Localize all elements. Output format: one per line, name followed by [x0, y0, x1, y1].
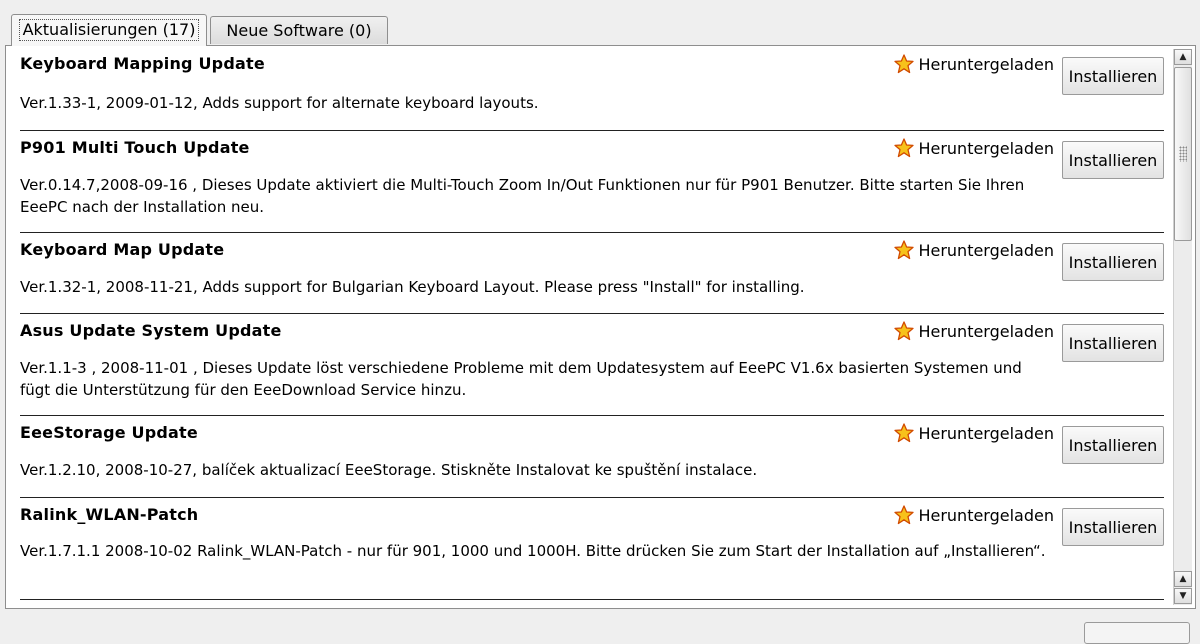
- update-title: Keyboard Map Update: [20, 240, 225, 259]
- update-description: Ver.0.14.7,2008-09-16 , Dieses Update ak…: [20, 176, 1025, 216]
- status-badge: Heruntergeladen: [894, 505, 1054, 525]
- tab-neue-software[interactable]: Neue Software (0): [210, 16, 388, 44]
- updates-panel: Keyboard Mapping Update Heruntergeladen In…: [5, 45, 1196, 609]
- list-item[interactable]: Ralink_WLAN-Patch Heruntergeladen Installi…: [20, 497, 1164, 599]
- install-button[interactable]: Installieren: [1062, 57, 1164, 95]
- install-button[interactable]: Installieren: [1062, 426, 1164, 464]
- scrollbar-thumb[interactable]: [1174, 67, 1192, 241]
- status-text: Heruntergeladen: [918, 241, 1054, 260]
- scroll-down-arrow-icon[interactable]: ▼: [1174, 588, 1192, 604]
- vertical-scrollbar[interactable]: ▲ ▲ ▼: [1173, 49, 1192, 605]
- list-item[interactable]: EeeStorage Update Heruntergeladen Installi…: [20, 415, 1164, 497]
- list-item[interactable]: Asus Update System Update Heruntergeladen…: [20, 313, 1164, 415]
- update-title: Keyboard Mapping Update: [20, 54, 265, 73]
- status-badge: Heruntergeladen: [894, 321, 1054, 341]
- update-description: Ver.1.1-3 , 2008-11-01 , Dieses Update l…: [20, 359, 1022, 399]
- status-text: Heruntergeladen: [918, 139, 1054, 158]
- divider: [20, 599, 1164, 600]
- status-badge: Heruntergeladen: [894, 54, 1054, 74]
- install-button[interactable]: Installieren: [1062, 243, 1164, 281]
- list-item[interactable]: Keyboard Mapping Update Heruntergeladen In…: [20, 46, 1164, 130]
- tab-label: Aktualisierungen (17): [18, 19, 200, 41]
- update-title: EeeStorage Update: [20, 423, 198, 442]
- install-button[interactable]: Installieren: [1062, 508, 1164, 546]
- update-description: Ver.1.7.1.1 2008-10-02 Ralink_WLAN-Patch…: [20, 542, 1046, 560]
- tab-aktualisierungen[interactable]: Aktualisierungen (17): [11, 14, 207, 46]
- status-text: Heruntergeladen: [918, 322, 1054, 341]
- install-button[interactable]: Installieren: [1062, 324, 1164, 362]
- star-icon: [894, 240, 918, 260]
- list-item[interactable]: P901 Multi Touch Update Heruntergeladen In…: [20, 130, 1164, 232]
- list-item[interactable]: Keyboard Map Update Heruntergeladen Instal…: [20, 232, 1164, 313]
- install-button[interactable]: Installieren: [1062, 141, 1164, 179]
- status-badge: Heruntergeladen: [894, 240, 1054, 260]
- scroll-up-arrow-icon[interactable]: ▲: [1174, 49, 1192, 65]
- star-icon: [894, 505, 918, 525]
- status-badge: Heruntergeladen: [894, 138, 1054, 158]
- status-badge: Heruntergeladen: [894, 423, 1054, 443]
- update-description: Ver.1.32-1, 2008-11-21, Adds support for…: [20, 278, 805, 296]
- tab-bar: Aktualisierungen (17) Neue Software (0): [0, 0, 1200, 46]
- tab-label: Neue Software (0): [226, 21, 372, 40]
- update-description: Ver.1.33-1, 2009-01-12, Adds support for…: [20, 94, 539, 112]
- star-icon: [894, 321, 918, 341]
- status-text: Heruntergeladen: [918, 506, 1054, 525]
- update-title: Ralink_WLAN-Patch: [20, 505, 199, 524]
- update-title: P901 Multi Touch Update: [20, 138, 250, 157]
- update-list: Keyboard Mapping Update Heruntergeladen In…: [16, 46, 1168, 608]
- status-text: Heruntergeladen: [918, 424, 1054, 443]
- grip-icon: [1179, 146, 1187, 162]
- star-icon: [894, 423, 918, 443]
- star-icon: [894, 138, 918, 158]
- star-icon: [894, 54, 918, 74]
- update-title: Asus Update System Update: [20, 321, 282, 340]
- status-text: Heruntergeladen: [918, 55, 1054, 74]
- scroll-up-arrow-icon[interactable]: ▲: [1174, 571, 1192, 587]
- update-description: Ver.1.2.10, 2008-10-27, balíček aktualiz…: [20, 461, 758, 479]
- bottom-button[interactable]: [1084, 622, 1190, 644]
